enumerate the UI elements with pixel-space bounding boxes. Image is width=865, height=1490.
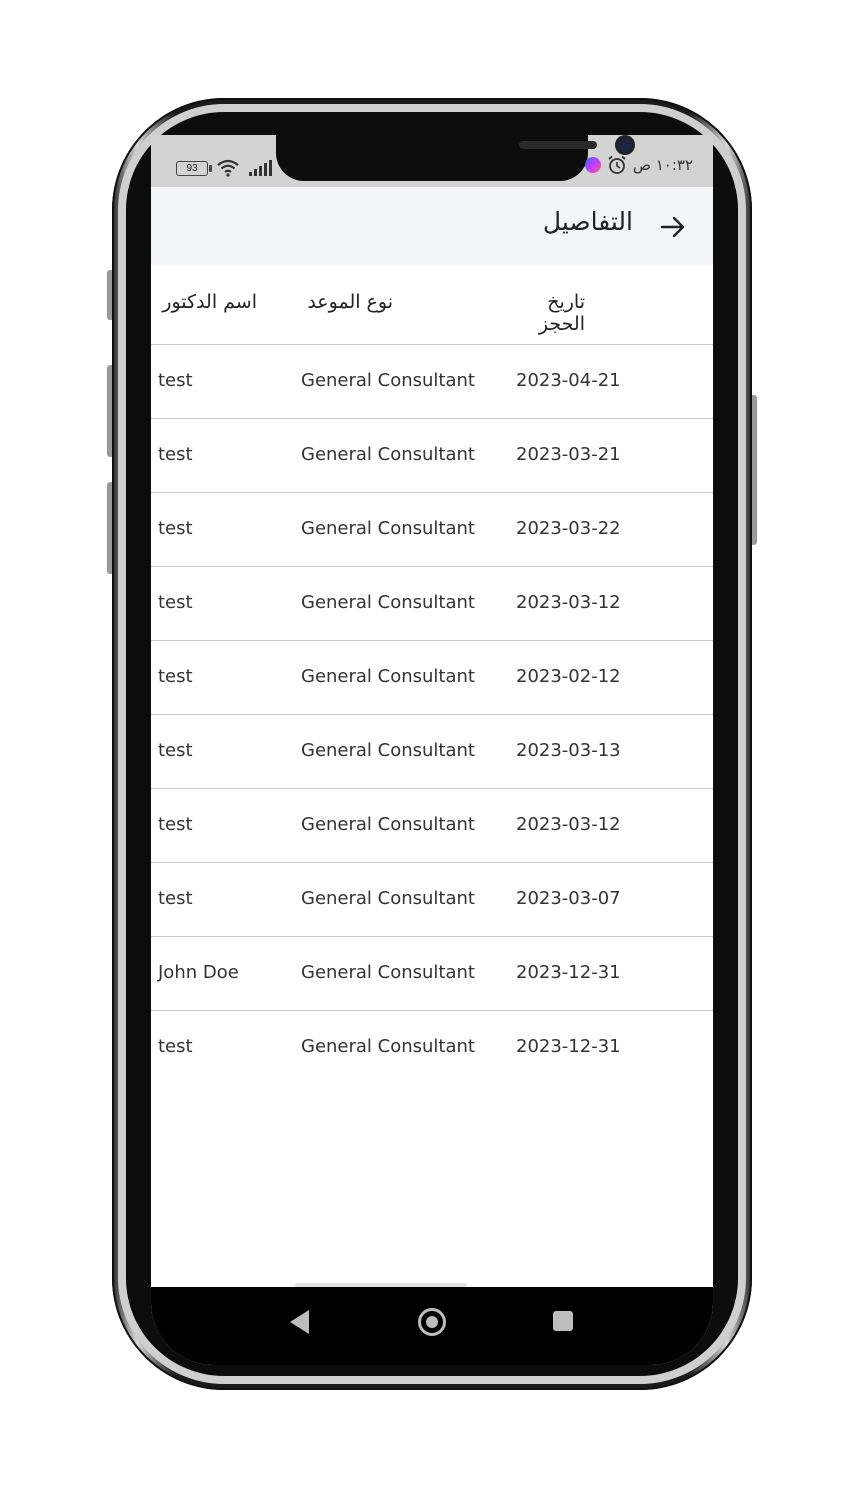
table-row[interactable]: test General Consultant 2023-03-21 <box>151 419 713 493</box>
notch <box>276 135 632 181</box>
status-time: ١٠:٣٢ ص <box>632 156 693 174</box>
table-row[interactable]: test General Consultant 2023-02-12 <box>151 641 713 715</box>
doctor-name-cell: test <box>158 666 193 687</box>
appointment-type-cell: General Consultant <box>301 518 475 539</box>
doctor-name-cell: test <box>158 518 193 539</box>
appointment-type-cell: General Consultant <box>301 370 475 391</box>
nav-recents-icon[interactable] <box>553 1311 573 1331</box>
table-row[interactable]: test General Consultant 2023-04-21 <box>151 345 713 419</box>
doctor-name-cell: John Doe <box>158 962 239 983</box>
page-title: التفاصيل <box>542 207 633 236</box>
table-row[interactable]: test General Consultant 2023-03-12 <box>151 789 713 863</box>
appointment-type-cell: General Consultant <box>301 444 475 465</box>
messenger-icon <box>584 157 601 173</box>
doctor-name-cell: test <box>158 1036 193 1057</box>
table-row[interactable]: test General Consultant 2023-03-12 <box>151 567 713 641</box>
column-header-booking-date[interactable]: تاريخ الحجز <box>501 291 585 335</box>
appointment-type-cell: General Consultant <box>301 888 475 909</box>
table-row[interactable]: test General Consultant 2023-03-22 <box>151 493 713 567</box>
booking-date-cell: 2023-03-12 <box>516 592 621 613</box>
app-bar: التفاصيل <box>151 187 713 265</box>
table-row[interactable]: test General Consultant 2023-03-07 <box>151 863 713 937</box>
doctor-name-cell: test <box>158 740 193 761</box>
doctor-name-cell: test <box>158 592 193 613</box>
doctor-name-cell: test <box>158 814 193 835</box>
nav-back-icon[interactable] <box>290 1310 309 1334</box>
booking-date-cell: 2023-04-21 <box>516 370 621 391</box>
appointment-type-cell: General Consultant <box>301 1036 475 1057</box>
table-row[interactable]: John Doe General Consultant 2023-12-31 <box>151 937 713 1011</box>
appointments-table: اسم الدكتور نوع الموعد تاريخ الحجز test G… <box>151 265 713 1084</box>
earpiece-speaker <box>519 141 597 149</box>
arrow-right-icon[interactable] <box>659 213 687 241</box>
table-row[interactable]: test General Consultant 2023-12-31 <box>151 1011 713 1084</box>
doctor-name-cell: test <box>158 888 193 909</box>
nav-home-icon[interactable] <box>418 1308 446 1336</box>
booking-date-cell: 2023-12-31 <box>516 962 621 983</box>
status-left: 93 <box>176 159 274 177</box>
navigation-bar <box>151 1287 713 1365</box>
appointment-type-cell: General Consultant <box>301 740 475 761</box>
appointment-type-cell: General Consultant <box>301 814 475 835</box>
table-body: test General Consultant 2023-04-21 test Gene… <box>151 345 713 1084</box>
doctor-name-cell: test <box>158 370 193 391</box>
appointment-type-cell: General Consultant <box>301 666 475 687</box>
status-right: ١٠:٣٢ ص <box>584 155 693 175</box>
front-camera <box>618 138 632 152</box>
booking-date-cell: 2023-12-31 <box>516 1036 621 1057</box>
battery-icon: 93 <box>176 160 212 176</box>
table-row[interactable]: test General Consultant 2023-03-13 <box>151 715 713 789</box>
booking-date-cell: 2023-03-21 <box>516 444 621 465</box>
booking-date-cell: 2023-03-13 <box>516 740 621 761</box>
screen: 93 ١٠:٣٢ ص التفاصيل اسم الدكتور نوع المو… <box>151 135 713 1365</box>
booking-date-cell: 2023-02-12 <box>516 666 621 687</box>
column-header-doctor-name[interactable]: اسم الدكتور <box>157 291 257 313</box>
appointment-type-cell: General Consultant <box>301 962 475 983</box>
column-header-appointment-type[interactable]: نوع الموعد <box>301 291 393 313</box>
status-bar: 93 ١٠:٣٢ ص <box>151 135 713 187</box>
appointment-type-cell: General Consultant <box>301 592 475 613</box>
alarm-icon <box>608 155 626 174</box>
booking-date-cell: 2023-03-22 <box>516 518 621 539</box>
doctor-name-cell: test <box>158 444 193 465</box>
table-header: اسم الدكتور نوع الموعد تاريخ الحجز <box>151 265 713 345</box>
signal-icon <box>249 160 272 176</box>
booking-date-cell: 2023-03-07 <box>516 888 621 909</box>
booking-date-cell: 2023-03-12 <box>516 814 621 835</box>
wifi-icon <box>217 159 239 177</box>
